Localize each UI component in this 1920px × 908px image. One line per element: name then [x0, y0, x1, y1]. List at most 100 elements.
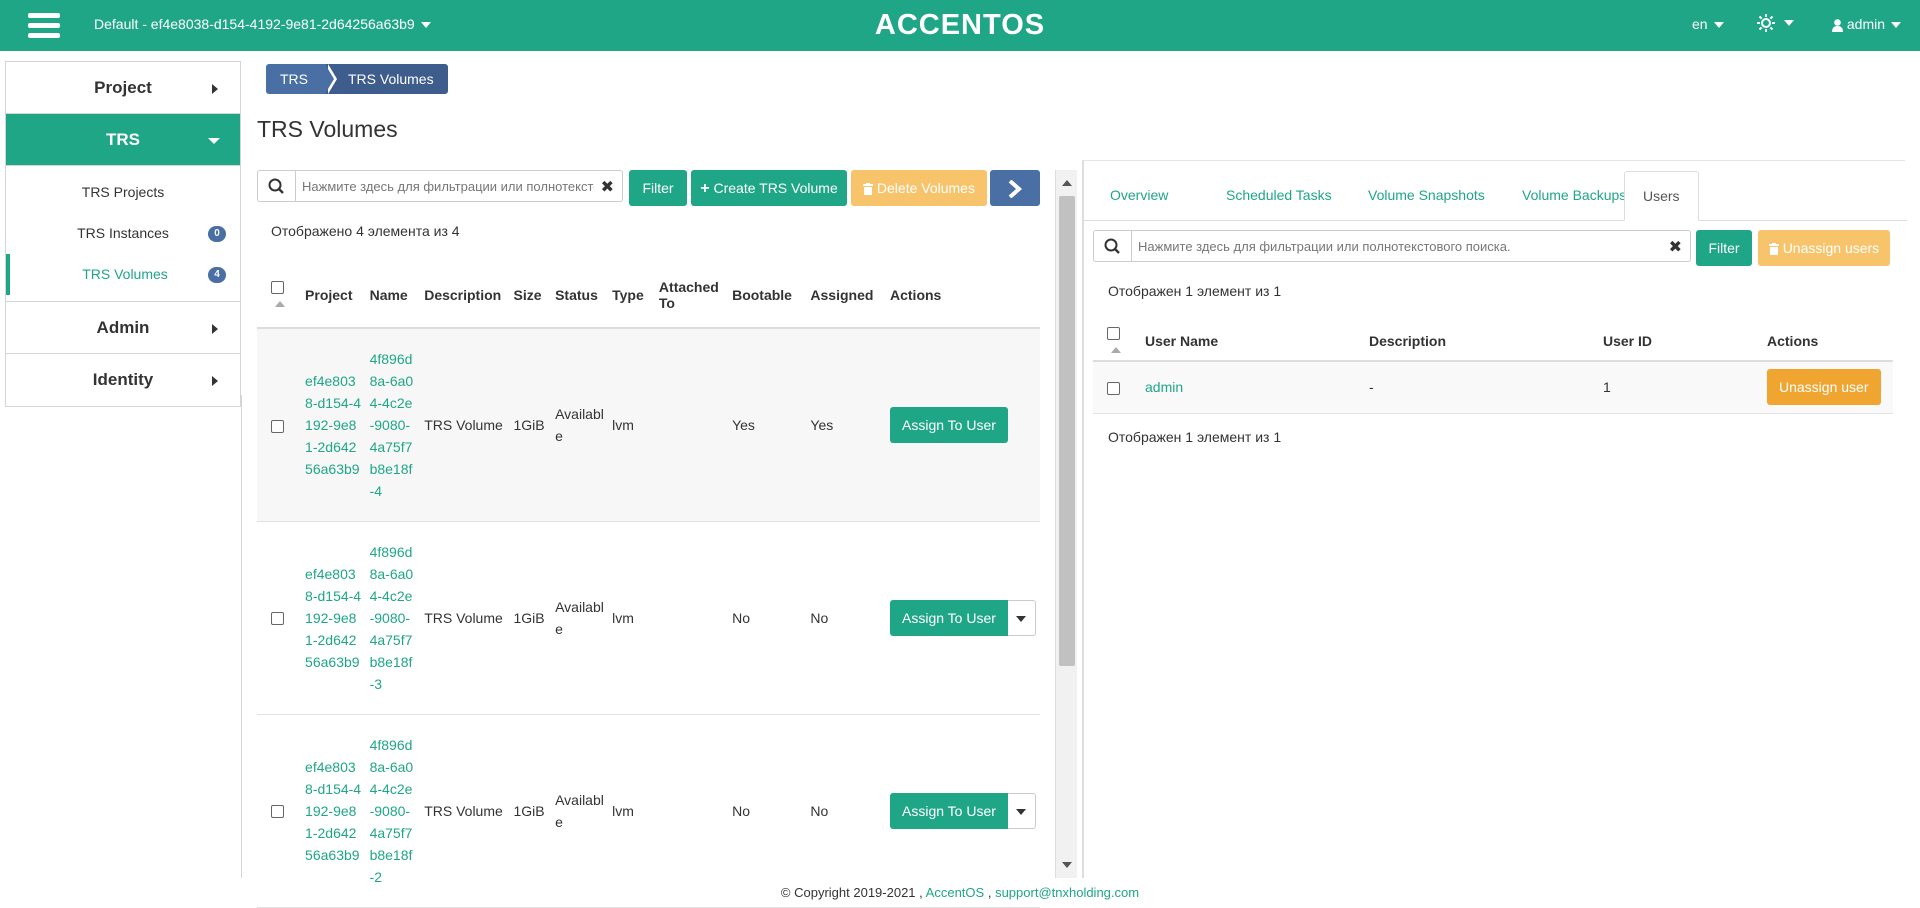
support-email-link[interactable]: support@tnxholding.com [995, 885, 1139, 900]
unassign-users-button[interactable]: Unassign users [1758, 230, 1890, 266]
project-selector[interactable]: Default - ef4e8038-d154-4192-9e81-2d6425… [94, 16, 431, 32]
sort-icon[interactable] [1111, 346, 1121, 353]
status-cell: Available [551, 521, 609, 715]
user-id-cell: 1 [1597, 361, 1761, 414]
status-cell: Available [551, 714, 609, 908]
delete-volumes-button[interactable]: Delete Volumes [851, 170, 987, 206]
volume-name-link[interactable]: 4f896d8a-6a04-4c2e-9080-4a75f7b8e18f-2 [370, 737, 414, 885]
column-header-attached-to[interactable]: Attached To [654, 262, 729, 329]
user-icon [1832, 18, 1843, 32]
users-table: User Name Description User ID Actions ad… [1093, 321, 1893, 414]
sun-icon [1757, 14, 1775, 33]
project-selector-label: Default - ef4e8038-d154-4192-9e81-2d6425… [94, 16, 415, 32]
language-label: en [1692, 16, 1708, 32]
create-volume-button[interactable]: + Create TRS Volume [691, 170, 847, 206]
column-header-status[interactable]: Status [551, 262, 609, 329]
table-header-row: User Name Description User ID Actions [1093, 321, 1893, 362]
column-header-bootable[interactable]: Bootable [728, 262, 807, 329]
column-header-description[interactable]: Description [1363, 321, 1597, 362]
volume-name-link[interactable]: 4f896d8a-6a04-4c2e-9080-4a75f7b8e18f-3 [370, 544, 414, 692]
scroll-thumb[interactable] [1059, 196, 1075, 666]
type-cell: lvm [608, 328, 655, 522]
table-row: ef4e8038-d154-4192-9e81-2d64256a63b9 4f8… [257, 521, 1040, 715]
users-count-bottom: Отображен 1 элемент из 1 [1108, 429, 1282, 445]
user-name-link[interactable]: admin [1145, 379, 1183, 395]
sidebar-item-trs-projects[interactable]: TRS Projects [6, 172, 240, 213]
project-link[interactable]: ef4e8038-d154-4192-9e81-2d64256a63b9 [305, 759, 361, 863]
row-checkbox[interactable] [271, 612, 284, 626]
column-header-name[interactable]: Name [365, 262, 421, 329]
tab-volume-snapshots[interactable]: Volume Snapshots [1350, 171, 1503, 221]
table-row: ef4e8038-d154-4192-9e81-2d64256a63b9 4f8… [257, 328, 1040, 522]
sidebar-item-label: TRS Instances [77, 225, 169, 241]
assign-to-user-button[interactable]: Assign To User [890, 599, 1008, 636]
sidebar-panel-admin[interactable]: Admin [6, 302, 240, 354]
volumes-scrollbar[interactable] [1055, 170, 1077, 878]
sidebar-panel-label: Project [94, 78, 152, 97]
clear-icon[interactable]: ✖ [1669, 237, 1682, 257]
volume-details-panel: Overview Scheduled Tasks Volume Snapshot… [1082, 160, 1907, 878]
column-header-size[interactable]: Size [509, 262, 552, 329]
scroll-up-icon[interactable] [1062, 180, 1072, 186]
tab-users[interactable]: Users [1624, 171, 1699, 221]
column-header-description[interactable]: Description [420, 262, 510, 329]
project-link[interactable]: ef4e8038-d154-4192-9e81-2d64256a63b9 [305, 566, 361, 670]
bootable-cell: No [728, 714, 807, 908]
project-link[interactable]: ef4e8038-d154-4192-9e81-2d64256a63b9 [305, 373, 361, 477]
breadcrumb: TRS TRS Volumes [266, 64, 448, 94]
expand-panel-button[interactable] [990, 170, 1040, 206]
dropdown-toggle-icon[interactable] [1007, 599, 1036, 636]
tab-overview[interactable]: Overview [1092, 171, 1186, 221]
column-header-project[interactable]: Project [301, 262, 366, 329]
copyright-text: © Copyright 2019-2021 , [780, 885, 923, 900]
dropdown-toggle-icon[interactable] [1007, 792, 1036, 829]
sort-icon[interactable] [275, 300, 285, 307]
sidebar: Project TRS TRS Projects TRS Instances 0 … [5, 61, 241, 407]
breadcrumb-item-trs-volumes[interactable]: TRS Volumes [326, 64, 448, 94]
brand-link[interactable]: AccentOS [926, 885, 985, 900]
tab-scheduled-tasks[interactable]: Scheduled Tasks [1208, 171, 1350, 221]
column-header-actions: Actions [886, 262, 1040, 329]
footer: © Copyright 2019-2021 , AccentOS , suppo… [0, 885, 1920, 900]
sidebar-panel-project[interactable]: Project [6, 62, 240, 114]
language-selector[interactable]: en [1692, 16, 1724, 32]
select-all-checkbox[interactable] [1107, 327, 1120, 341]
column-header-user-id[interactable]: User ID [1597, 321, 1761, 362]
row-checkbox[interactable] [271, 805, 284, 819]
status-cell: Available [551, 328, 609, 522]
column-header-assigned[interactable]: Assigned [806, 262, 886, 329]
users-filter-button[interactable]: Filter [1696, 230, 1752, 266]
count-badge: 0 [208, 226, 226, 242]
menu-toggle-icon[interactable] [28, 13, 60, 39]
sidebar-panel-identity[interactable]: Identity [6, 354, 240, 406]
column-header-user-name[interactable]: User Name [1139, 321, 1363, 362]
sidebar-item-trs-volumes[interactable]: TRS Volumes 4 [6, 254, 240, 295]
row-checkbox[interactable] [271, 419, 284, 433]
search-icon[interactable] [258, 171, 296, 201]
volume-name-link[interactable]: 4f896d8a-6a04-4c2e-9080-4a75f7b8e18f-4 [370, 351, 414, 499]
volumes-search-box: ✖ [257, 170, 623, 202]
select-all-checkbox[interactable] [271, 281, 284, 295]
users-search-input[interactable] [1138, 236, 1658, 256]
sidebar-item-trs-instances[interactable]: TRS Instances 0 [6, 213, 240, 254]
volumes-search-input[interactable] [302, 176, 594, 196]
search-icon[interactable] [1094, 231, 1132, 261]
user-menu[interactable]: admin [1832, 16, 1902, 32]
clear-icon[interactable]: ✖ [601, 177, 614, 197]
sidebar-panel-label: TRS [106, 130, 140, 149]
scroll-down-icon[interactable] [1062, 862, 1072, 868]
assign-to-user-button[interactable]: Assign To User [890, 792, 1008, 829]
sidebar-panel-trs[interactable]: TRS [6, 114, 240, 166]
attached-cell [654, 714, 729, 908]
assign-split-button: Assign To User [890, 599, 1036, 636]
breadcrumb-item-trs[interactable]: TRS [266, 64, 337, 94]
filter-button[interactable]: Filter [629, 170, 687, 206]
column-header-type[interactable]: Type [608, 262, 655, 329]
assign-to-user-button[interactable]: Assign To User [890, 406, 1008, 443]
unassign-user-button[interactable]: Unassign user [1767, 369, 1881, 406]
volumes-count: Отображено 4 элемента из 4 [271, 223, 460, 239]
size-cell: 1GiB [509, 328, 552, 522]
delete-volumes-label: Delete Volumes [876, 180, 975, 196]
row-checkbox[interactable] [1107, 382, 1120, 396]
theme-selector[interactable] [1757, 14, 1794, 33]
